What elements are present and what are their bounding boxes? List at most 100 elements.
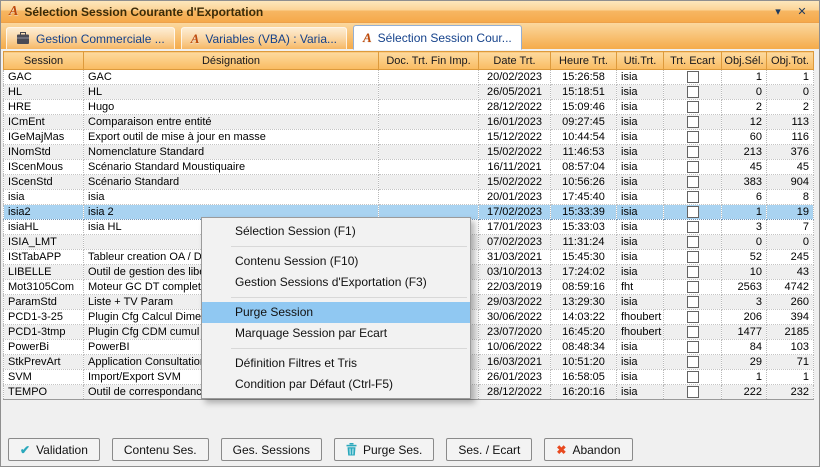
table-row-IScenMous[interactable]: IScenMousScénario Standard Moustiquaire1… [4,160,814,175]
cell-date: 23/07/2020 [479,325,551,340]
ecart-checkbox[interactable] [687,356,699,368]
table-row-IScenStd[interactable]: IScenStdScénario Standard15/02/202210:56… [4,175,814,190]
ecart-checkbox[interactable] [687,86,699,98]
cell-heure: 08:48:34 [551,340,617,355]
col-header-date[interactable]: Date Trt. [479,52,551,70]
ecart-checkbox[interactable] [687,161,699,173]
col-header-ecart[interactable]: Trt. Ecart [664,52,722,70]
cell-uti: isia [617,250,664,265]
ecart-checkbox[interactable] [687,191,699,203]
cell-date: 26/01/2023 [479,370,551,385]
menu-item-purge-session[interactable]: Purge Session [202,302,470,323]
cell-obj_sel: 10 [722,265,767,280]
table-row-HRE[interactable]: HREHugo28/12/202215:09:46isia22 [4,100,814,115]
app-a-icon: A [363,31,372,44]
ses-ecart-button[interactable]: Ses. / Ecart [446,438,532,461]
menu-item-contenu-session-f10[interactable]: Contenu Session (F10) [202,251,470,272]
ecart-checkbox[interactable] [687,281,699,293]
cell-date: 28/12/2022 [479,385,551,400]
cell-ecart [664,250,722,265]
cell-uti: fhoubert [617,310,664,325]
cell-heure: 15:26:58 [551,70,617,85]
ecart-checkbox[interactable] [687,146,699,158]
cell-designation: isia [84,190,379,205]
cell-uti: isia [617,385,664,400]
cell-session: isia2 [4,205,84,220]
collapse-icon[interactable]: ▾ [769,2,787,22]
cell-designation: GAC [84,70,379,85]
cell-obj_sel: 84 [722,340,767,355]
validation-button[interactable]: ✔Validation [8,438,100,461]
tab-3[interactable]: ASélection Session Cour... [353,25,522,50]
cell-obj_sel: 3 [722,220,767,235]
cell-obj_sel: 60 [722,130,767,145]
ecart-checkbox[interactable] [687,266,699,278]
cell-date: 03/10/2013 [479,265,551,280]
ecart-checkbox[interactable] [687,371,699,383]
col-header-uti[interactable]: Uti.Trt. [617,52,664,70]
close-icon[interactable]: ✕ [793,2,811,22]
col-header-obj_sel[interactable]: Obj.Sél. [722,52,767,70]
ecart-checkbox[interactable] [687,311,699,323]
ecart-checkbox[interactable] [687,176,699,188]
ecart-checkbox[interactable] [687,131,699,143]
cell-uti: isia [617,130,664,145]
menu-item-gestion-sessions-d-exportation-f3[interactable]: Gestion Sessions d'Exportation (F3) [202,272,470,293]
cell-session: ISIA_LMT [4,235,84,250]
trash-icon [346,443,357,456]
col-header-doc[interactable]: Doc. Trt. Fin Imp. [379,52,479,70]
col-header-heure[interactable]: Heure Trt. [551,52,617,70]
col-header-obj_tot[interactable]: Obj.Tot. [767,52,814,70]
cell-obj_sel: 6 [722,190,767,205]
table-row-ICmEnt[interactable]: ICmEntComparaison entre entité16/01/2023… [4,115,814,130]
button-label: Contenu Ses. [124,443,197,457]
cell-obj_tot: 0 [767,235,814,250]
menu-item-d-finition-filtres-et-tris[interactable]: Définition Filtres et Tris [202,353,470,374]
ges-sessions-button[interactable]: Ges. Sessions [221,438,322,461]
cell-obj_tot: 2 [767,100,814,115]
col-header-designation[interactable]: Désignation [84,52,379,70]
cell-session: IStTabAPP [4,250,84,265]
tab-2[interactable]: AVariables (VBA) : Varia... [181,27,347,49]
ecart-checkbox[interactable] [687,341,699,353]
context-menu: Sélection Session (F1) Contenu Session (F… [201,217,471,399]
tab-1[interactable]: Gestion Commerciale ... [6,27,175,49]
ecart-checkbox[interactable] [687,251,699,263]
cell-heure: 15:09:46 [551,100,617,115]
ecart-checkbox[interactable] [687,71,699,83]
cell-session: HRE [4,100,84,115]
cell-obj_sel: 1 [722,70,767,85]
ecart-checkbox[interactable] [687,101,699,113]
table-row-isia[interactable]: isiaisia20/01/202317:45:40isia68 [4,190,814,205]
menu-item-condition-par-d-faut-ctrl-f5[interactable]: Condition par Défaut (Ctrl-F5) [202,374,470,395]
table-row-INomStd[interactable]: INomStdNomenclature Standard15/02/202211… [4,145,814,160]
abandon-button[interactable]: ✖Abandon [544,438,632,461]
ecart-checkbox[interactable] [687,296,699,308]
ecart-checkbox[interactable] [687,326,699,338]
ecart-checkbox[interactable] [687,116,699,128]
purge-ses-button[interactable]: Purge Ses. [334,438,434,461]
briefcase-icon [16,32,30,45]
contenu-ses-button[interactable]: Contenu Ses. [112,438,209,461]
cell-obj_tot: 245 [767,250,814,265]
ecart-checkbox[interactable] [687,236,699,248]
ecart-checkbox[interactable] [687,386,699,398]
menu-item-marquage-session-par-ecart[interactable]: Marquage Session par Ecart [202,323,470,344]
table-row-IGeMajMas[interactable]: IGeMajMasExport outil de mise à jour en … [4,130,814,145]
cell-obj_sel: 222 [722,385,767,400]
cell-date: 31/03/2021 [479,250,551,265]
cell-obj_tot: 904 [767,175,814,190]
cell-uti: isia [617,190,664,205]
table-row-HL[interactable]: HLHL26/05/202115:18:51isia00 [4,85,814,100]
cell-obj_tot: 71 [767,355,814,370]
table-row-GAC[interactable]: GACGAC20/02/202315:26:58isia11 [4,70,814,85]
menu-item-s-lection-session-f1[interactable]: Sélection Session (F1) [202,221,470,242]
ecart-checkbox[interactable] [687,206,699,218]
col-header-session[interactable]: Session [4,52,84,70]
ecart-checkbox[interactable] [687,221,699,233]
cell-ecart [664,220,722,235]
cell-obj_sel: 29 [722,355,767,370]
menu-separator [231,246,467,247]
window-title: Sélection Session Courante d'Exportation [24,5,763,19]
cell-uti: isia [617,145,664,160]
